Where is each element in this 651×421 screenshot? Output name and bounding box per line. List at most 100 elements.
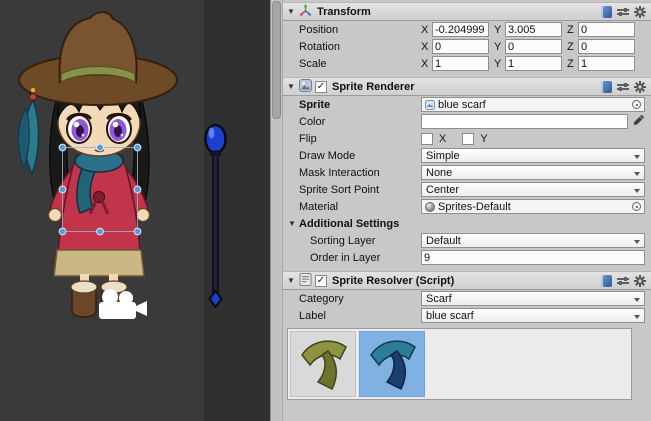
draw-mode-label: Draw Mode <box>283 150 421 162</box>
sprite-renderer-header[interactable]: ▼ ✓ Sprite Renderer <box>283 77 651 96</box>
category-label: Category <box>283 293 421 305</box>
green-scarf-thumbnail-icon <box>294 335 352 393</box>
help-icon[interactable] <box>601 275 612 287</box>
material-row: Material Sprites-Default <box>283 198 651 215</box>
color-swatch[interactable] <box>421 114 628 129</box>
foldout-arrow-icon[interactable]: ▼ <box>286 7 296 16</box>
rotation-label: Rotation <box>283 41 421 53</box>
flip-y-label: Y <box>480 133 487 145</box>
draw-mode-dropdown[interactable]: Simple <box>421 148 645 163</box>
material-label: Material <box>283 201 421 213</box>
object-picker-icon[interactable] <box>632 202 641 211</box>
axis-x-label: X <box>421 41 432 53</box>
scale-row: Scale X Y Z <box>283 55 651 72</box>
category-row: Category Scarf <box>283 290 651 307</box>
order-in-layer-field[interactable] <box>421 250 645 265</box>
gear-icon[interactable] <box>634 6 646 18</box>
sprite-resolver-icon <box>299 273 312 289</box>
flip-row: Flip X Y <box>283 130 651 147</box>
inspector-scrollbar[interactable] <box>270 0 283 421</box>
label-value: blue scarf <box>426 310 474 322</box>
scrollbar-thumb[interactable] <box>272 1 281 119</box>
gear-icon[interactable] <box>634 81 646 93</box>
sprite-variant-selector <box>287 328 632 400</box>
scene-canvas[interactable] <box>0 0 270 421</box>
transform-icon <box>299 4 312 20</box>
position-x-field[interactable] <box>432 22 489 37</box>
gear-icon[interactable] <box>634 275 646 287</box>
additional-settings-title: Additional Settings <box>299 218 399 230</box>
transform-title: Transform <box>317 6 371 18</box>
axis-x-label: X <box>421 58 432 70</box>
sprite-resolver-enabled-checkbox[interactable]: ✓ <box>315 275 327 287</box>
axis-y-label: Y <box>494 24 505 36</box>
axis-z-label: Z <box>567 41 578 53</box>
additional-settings-foldout[interactable]: ▼ Additional Settings <box>283 215 651 232</box>
scale-label: Scale <box>283 58 421 70</box>
order-in-layer-label: Order in Layer <box>283 252 421 264</box>
flip-x-label: X <box>439 133 446 145</box>
rotation-y-field[interactable] <box>505 39 562 54</box>
scale-x-field[interactable] <box>432 56 489 71</box>
unity-editor-window: ▼ Transform Position X Y Z <box>0 0 651 421</box>
sorting-layer-label: Sorting Layer <box>283 235 421 247</box>
help-icon[interactable] <box>601 6 612 18</box>
mask-interaction-value: None <box>426 167 452 179</box>
material-sphere-icon <box>425 202 435 212</box>
flip-x-checkbox[interactable] <box>421 133 433 145</box>
order-in-layer-row: Order in Layer <box>283 249 651 266</box>
axis-z-label: Z <box>567 24 578 36</box>
eyedropper-icon[interactable] <box>633 114 645 129</box>
sprite-object-field[interactable]: blue scarf <box>421 97 645 112</box>
axis-y-label: Y <box>494 58 505 70</box>
color-label: Color <box>283 116 421 128</box>
scene-view[interactable] <box>0 0 270 421</box>
axis-z-label: Z <box>567 58 578 70</box>
color-row: Color <box>283 113 651 130</box>
scale-z-field[interactable] <box>578 56 635 71</box>
sprite-label: Sprite <box>283 99 421 111</box>
sprite-sort-point-row: Sprite Sort Point Center <box>283 181 651 198</box>
scale-y-field[interactable] <box>505 56 562 71</box>
flip-y-checkbox[interactable] <box>462 133 474 145</box>
sprite-sort-point-label: Sprite Sort Point <box>283 184 421 196</box>
label-row: Label blue scarf <box>283 307 651 324</box>
mask-interaction-label: Mask Interaction <box>283 167 421 179</box>
presets-icon[interactable] <box>617 82 629 92</box>
sprite-row: Sprite blue scarf <box>283 96 651 113</box>
label-label: Label <box>283 310 421 322</box>
rotation-z-field[interactable] <box>578 39 635 54</box>
position-y-field[interactable] <box>505 22 562 37</box>
sprite-sort-point-dropdown[interactable]: Center <box>421 182 645 197</box>
inspector-panel: ▼ Transform Position X Y Z <box>283 0 651 421</box>
mask-interaction-dropdown[interactable]: None <box>421 165 645 180</box>
position-label: Position <box>283 24 421 36</box>
foldout-arrow-icon[interactable]: ▼ <box>286 82 296 91</box>
object-picker-icon[interactable] <box>632 100 641 109</box>
presets-icon[interactable] <box>617 276 629 286</box>
rotation-x-field[interactable] <box>432 39 489 54</box>
category-value: Scarf <box>426 293 452 305</box>
material-object-field[interactable]: Sprites-Default <box>421 199 645 214</box>
flip-label: Flip <box>283 133 421 145</box>
sprite-resolver-header[interactable]: ▼ ✓ Sprite Resolver (Script) <box>283 271 651 290</box>
category-dropdown[interactable]: Scarf <box>421 291 645 306</box>
sprite-variant-blue-scarf-selected[interactable] <box>359 331 425 397</box>
axis-x-label: X <box>421 24 432 36</box>
sprite-renderer-enabled-checkbox[interactable]: ✓ <box>315 81 327 93</box>
draw-mode-row: Draw Mode Simple <box>283 147 651 164</box>
position-z-field[interactable] <box>578 22 635 37</box>
rotation-row: Rotation X Y Z <box>283 38 651 55</box>
sprite-variant-green-scarf[interactable] <box>290 331 356 397</box>
sprite-resolver-title: Sprite Resolver (Script) <box>332 275 454 287</box>
transform-header[interactable]: ▼ Transform <box>283 2 651 21</box>
sorting-layer-dropdown[interactable]: Default <box>421 233 645 248</box>
mask-interaction-row: Mask Interaction None <box>283 164 651 181</box>
foldout-arrow-icon[interactable]: ▼ <box>287 219 297 228</box>
sprite-renderer-icon <box>299 79 312 95</box>
foldout-arrow-icon[interactable]: ▼ <box>286 276 296 285</box>
label-dropdown[interactable]: blue scarf <box>421 308 645 323</box>
help-icon[interactable] <box>601 81 612 93</box>
axis-y-label: Y <box>494 41 505 53</box>
presets-icon[interactable] <box>617 7 629 17</box>
